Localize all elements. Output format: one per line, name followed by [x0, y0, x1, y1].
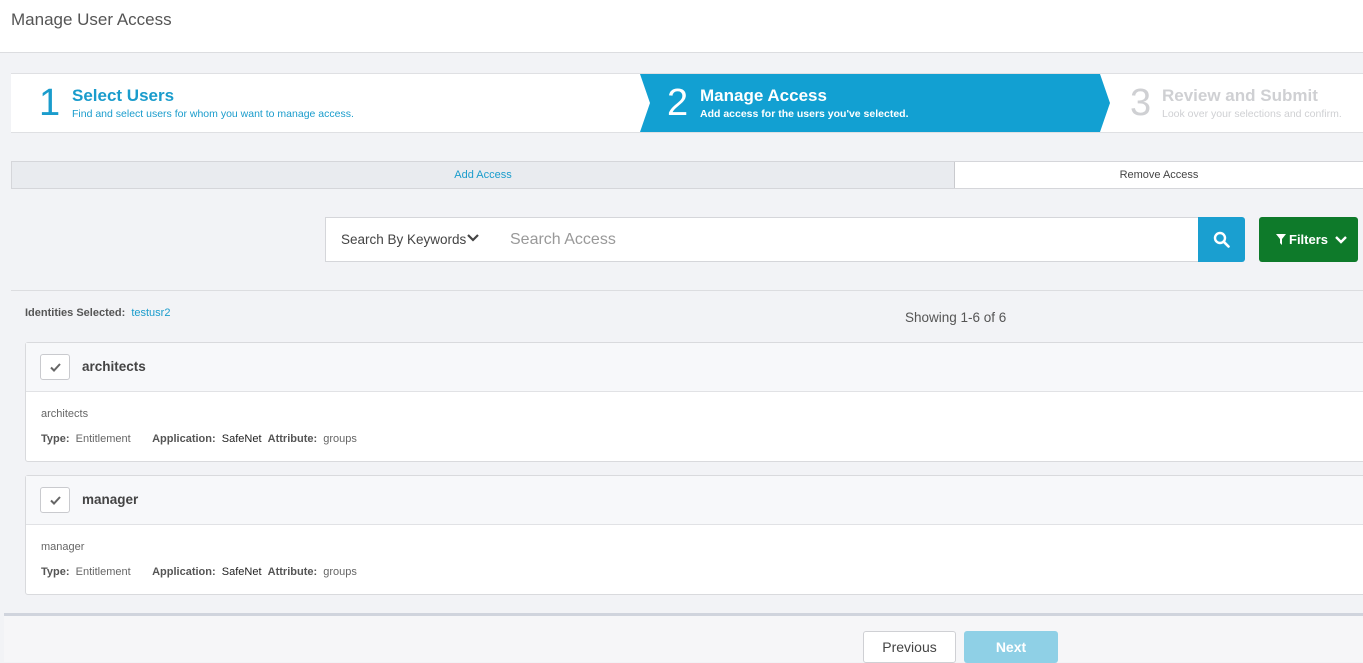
item-meta: Type: Entitlement Application: SafeNet A…	[41, 566, 357, 578]
identities-selected: Identities Selected: testusr2	[25, 307, 170, 319]
type-label: Type:	[41, 566, 70, 578]
section-divider	[11, 290, 1363, 291]
search-icon	[1213, 231, 1230, 248]
card-header: manager	[26, 476, 1363, 525]
item-description: architects	[41, 408, 89, 420]
attribute-value: groups	[323, 566, 357, 578]
check-icon	[50, 363, 61, 372]
application-label: Application:	[152, 566, 216, 578]
filters-label: Filters	[1289, 232, 1329, 247]
attribute-value: groups	[323, 433, 357, 445]
funnel-icon	[1276, 234, 1286, 245]
step-number: 3	[1130, 82, 1152, 124]
wizard-steps: 1 Select Users Find and select users for…	[11, 73, 1363, 133]
chevron-down-icon	[1335, 236, 1347, 244]
access-item-card: manager manager Type: Entitlement Applic…	[25, 475, 1363, 595]
step-title: Review and Submit	[1162, 86, 1318, 105]
search-button[interactable]	[1198, 217, 1245, 262]
step-number: 2	[667, 82, 689, 124]
search-mode-label: Search By Keywords	[341, 232, 467, 247]
application-value: SafeNet	[221, 566, 262, 578]
tab-add-access[interactable]: Add Access	[12, 162, 955, 188]
step-number: 1	[39, 82, 61, 124]
wizard-step-review-submit[interactable]: 3 Review and Submit Look over your selec…	[1111, 74, 1363, 132]
application-label: Application:	[152, 433, 216, 445]
application-value: SafeNet	[221, 433, 262, 445]
step-description: Look over your selections and confirm.	[1162, 108, 1342, 120]
step-description: Add access for the users you've selected…	[700, 108, 909, 120]
identities-label: Identities Selected:	[25, 307, 126, 319]
card-header: architects	[26, 343, 1363, 392]
selected-user-link[interactable]: testusr2	[131, 307, 170, 319]
access-item-card: architects architects Type: Entitlement …	[25, 342, 1363, 462]
filters-button[interactable]: Filters	[1259, 217, 1358, 262]
step-title: Select Users	[72, 86, 175, 105]
next-button[interactable]: Next	[964, 631, 1058, 663]
access-tabs: Add Access Remove Access	[11, 161, 1363, 189]
search-input[interactable]	[495, 217, 1199, 262]
attribute-label: Attribute:	[267, 433, 318, 445]
check-icon	[50, 496, 61, 505]
item-description: manager	[41, 541, 85, 553]
wizard-step-manage-access[interactable]: 2 Manage Access Add access for the users…	[640, 74, 1110, 132]
tab-remove-access[interactable]: Remove Access	[955, 162, 1363, 188]
step-description: Find and select users for whom you want …	[72, 108, 354, 120]
previous-button[interactable]: Previous	[863, 631, 956, 663]
type-value: Entitlement	[75, 433, 131, 445]
type-label: Type:	[41, 433, 70, 445]
page-header: Manage User Access	[0, 0, 1363, 53]
step-title: Manage Access	[700, 86, 827, 105]
page-title: Manage User Access	[11, 10, 172, 29]
results-count: Showing 1-6 of 6	[905, 310, 1007, 325]
chevron-down-icon	[467, 234, 479, 242]
type-value: Entitlement	[75, 566, 131, 578]
item-name: architects	[82, 359, 146, 374]
attribute-label: Attribute:	[267, 566, 318, 578]
select-checkbox[interactable]	[40, 354, 70, 380]
item-name: manager	[82, 492, 139, 507]
item-meta: Type: Entitlement Application: SafeNet A…	[41, 433, 357, 445]
wizard-step-select-users[interactable]: 1 Select Users Find and select users for…	[11, 74, 651, 132]
select-checkbox[interactable]	[40, 487, 70, 513]
footer-bar	[4, 613, 1363, 662]
search-mode-dropdown[interactable]: Search By Keywords	[325, 217, 496, 262]
